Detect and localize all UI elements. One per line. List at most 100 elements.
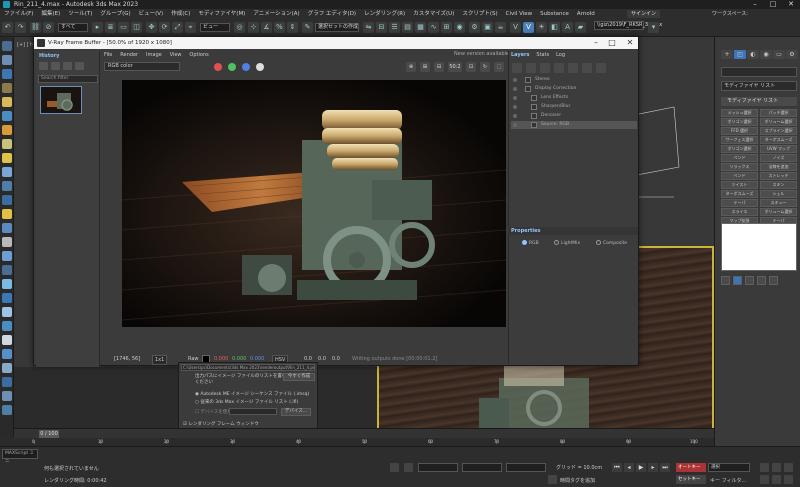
previous-frame-icon[interactable]: ◂ (624, 463, 634, 472)
menu-tools[interactable]: ツール(T) (64, 9, 96, 19)
output-path-field[interactable]: C:\Users\pc\Documents\3ds Max 2023\rende… (181, 364, 315, 371)
eye-icon[interactable] (513, 78, 517, 82)
star-icon[interactable] (2, 209, 12, 219)
menu-customize[interactable]: カスタマイズ(U) (409, 9, 458, 19)
x-coordinate-field[interactable] (418, 463, 458, 472)
eye-icon[interactable] (513, 87, 517, 91)
sign-in-button[interactable]: サインイン (627, 10, 661, 18)
aec-icon[interactable] (2, 349, 12, 359)
snap-toggle-icon[interactable]: ⊹ (248, 22, 259, 33)
modifier-button[interactable]: パッチ選択 (760, 109, 797, 117)
track-mouse-icon[interactable]: ⬚ (494, 62, 504, 72)
vfb-maximize-button[interactable]: □ (604, 37, 620, 49)
modifier-button[interactable]: スライス (721, 208, 758, 216)
door-icon[interactable] (2, 307, 12, 317)
go-to-end-icon[interactable]: ⏭ (660, 463, 670, 472)
history-search-input[interactable]: Search filter (38, 75, 98, 83)
menu-animation[interactable]: アニメーション(A) (249, 9, 303, 19)
project-folder-icon[interactable]: ▰ (575, 22, 586, 33)
green-channel-icon[interactable] (228, 63, 236, 71)
place-icon[interactable]: ⌖ (185, 22, 196, 33)
vfb-close-button[interactable]: ✕ (622, 37, 638, 49)
object-name-field[interactable] (721, 67, 797, 77)
modifier-button[interactable]: スキン (760, 181, 797, 189)
patch-icon[interactable] (2, 279, 12, 289)
menu-edit[interactable]: 編集(E) (37, 9, 64, 19)
menu-create[interactable]: 作成(C) (167, 9, 194, 19)
menu-scripting[interactable]: スクリプト(S) (458, 9, 501, 19)
menu-civil-view[interactable]: Civil View (502, 9, 536, 19)
new-version-notice[interactable]: New version available! (454, 51, 511, 57)
modifier-button[interactable]: ターボスムーズ (721, 190, 758, 198)
configure-sets-icon[interactable] (769, 276, 778, 285)
eye-icon[interactable] (513, 123, 517, 127)
vray-light-icon[interactable]: ☀ (536, 22, 547, 33)
history-compare-icon[interactable] (63, 62, 72, 70)
imsq-radio[interactable]: ◉ Autodesk ME イメージ シーケンス ファイル (.imsq) (195, 391, 309, 397)
modifier-button[interactable]: スプライン選択 (760, 127, 797, 135)
history-thumbnail[interactable] (40, 86, 82, 114)
zoom-dropdown[interactable]: 1x1 (152, 355, 168, 365)
auto-key-button[interactable]: オートキー (676, 463, 706, 472)
absolute-mode-icon[interactable] (404, 463, 413, 472)
box-icon[interactable] (2, 55, 12, 65)
hierarchy-tab-icon[interactable]: ◐ (747, 50, 759, 59)
layer-row[interactable]: Stereo (511, 76, 637, 84)
pin-stack-icon[interactable] (721, 276, 730, 285)
pivot-icon[interactable]: ◎ (234, 22, 245, 33)
device-field[interactable] (229, 408, 277, 415)
layer-row[interactable]: Denoiser (511, 112, 637, 120)
render-setup-icon[interactable]: ⚙ (469, 22, 480, 33)
align-icon[interactable]: ⊟ (376, 22, 387, 33)
stairs-icon[interactable] (2, 335, 12, 345)
modifier-button[interactable]: ノイズ (760, 154, 797, 162)
red-channel-icon[interactable] (214, 63, 222, 71)
modifier-button[interactable]: ボリューム選択 (760, 118, 797, 126)
layer-checkbox[interactable] (525, 77, 531, 83)
layer-row[interactable]: Source: RGB (511, 121, 637, 129)
use-device-checkbox[interactable]: ☐ デバイスを使用 (195, 409, 232, 415)
maximize-button[interactable]: □ (764, 0, 782, 9)
time-slider[interactable]: 0 / 100 (39, 430, 59, 438)
display-tab-icon[interactable]: ▭ (773, 50, 785, 59)
system-icon[interactable] (2, 237, 12, 247)
rgb-radio[interactable]: RGB (522, 240, 539, 246)
compound-icon[interactable] (2, 265, 12, 275)
create-now-button[interactable]: 今すぐ作成 (283, 373, 315, 381)
modifier-button[interactable]: サーフェス選択 (721, 136, 758, 144)
modifier-button[interactable]: リラックス (721, 163, 758, 171)
selection-lock-icon[interactable] (390, 463, 399, 472)
tab-stats[interactable]: Stats (536, 52, 549, 58)
schematic-view-icon[interactable]: ⊞ (441, 22, 452, 33)
menu-modifiers[interactable]: モディファイヤ(M) (194, 9, 249, 19)
track-bar[interactable]: 0 10 20 30 40 50 60 70 80 90 100 (14, 438, 714, 446)
material-editor-icon[interactable]: ◉ (454, 22, 465, 33)
modifier-button[interactable]: テーパ (721, 199, 758, 207)
modifier-button[interactable]: ターボスムーズ (760, 136, 797, 144)
unlink-icon[interactable]: ⊘ (43, 22, 54, 33)
modifier-button[interactable]: 法線を追加 (760, 163, 797, 171)
foliage-icon[interactable] (2, 377, 12, 387)
modifier-button[interactable]: ベンド (721, 154, 758, 162)
spacewarp-icon[interactable] (2, 195, 12, 205)
create-tab-icon[interactable]: + (721, 50, 733, 59)
layer-explorer-icon[interactable]: ▤ (402, 22, 413, 33)
undo-icon[interactable]: ↶ (2, 22, 13, 33)
modify-tab-icon[interactable]: ◰ (734, 50, 746, 59)
modifier-button[interactable]: ポリゴン選択 (721, 145, 758, 153)
camera-icon[interactable] (2, 167, 12, 177)
modifier-button[interactable]: スキュー (760, 199, 797, 207)
zoom-level-icon[interactable]: 50:2 (448, 62, 462, 72)
layer-checkbox[interactable] (531, 104, 537, 110)
terrain-icon[interactable] (2, 405, 12, 415)
interactive-render-icon[interactable]: ↻ (480, 62, 490, 72)
load-layers-icon[interactable] (554, 63, 564, 73)
project-path-dropdown[interactable]: \\giz\2019\F_RKSR_3dmax (594, 21, 662, 30)
tab-log[interactable]: Log (556, 52, 565, 58)
rect-selection-icon[interactable]: ▭ (118, 22, 129, 33)
curve-editor-icon[interactable]: ∿ (428, 22, 439, 33)
angle-snap-icon[interactable]: ∡ (261, 22, 272, 33)
remove-modifier-icon[interactable] (757, 276, 766, 285)
menu-graph-editors[interactable]: グラフ エディタ(D) (304, 9, 360, 19)
modifier-button[interactable]: ポリゴン選択 (721, 118, 758, 126)
